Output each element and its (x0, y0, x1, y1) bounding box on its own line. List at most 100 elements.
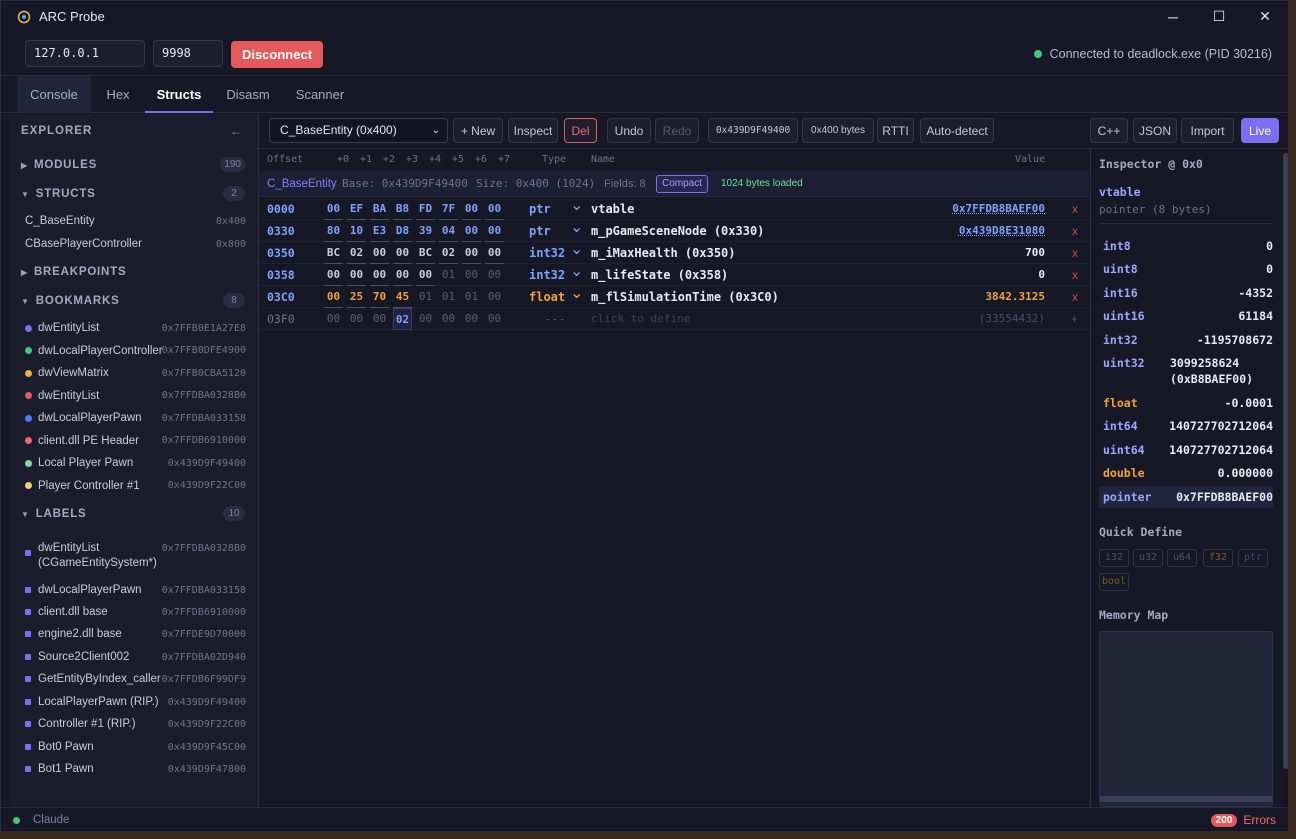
section-bookmarks[interactable]: ▼ BOOKMARKS 8 (21, 293, 245, 308)
inspector-value-row[interactable]: int16 -4352 (1099, 282, 1273, 304)
row-byte[interactable]: 00 (416, 308, 435, 330)
row-value[interactable]: 0x439D8E31080 (959, 220, 1045, 242)
quick-define-f32-button[interactable]: f32 (1203, 549, 1233, 567)
label-item[interactable]: dwEntityList (CGameEntitySystem*) 0x7FFDBA… (25, 541, 246, 575)
import-button[interactable]: Import (1181, 118, 1234, 143)
inspector-value-row[interactable]: int8 0 (1099, 235, 1273, 257)
row-byte[interactable]: 00 (370, 242, 389, 264)
table-row[interactable]: 0358 00 00 00 00 00 01 00 00 int32 ⌄ m_lifeState (0… (259, 264, 1089, 286)
type-chevron-down-icon[interactable]: ⌄ (570, 286, 583, 308)
row-field-name[interactable]: m_iMaxHealth (0x350) (591, 242, 736, 264)
row-byte[interactable]: 01 (416, 286, 435, 308)
row-field-name[interactable]: m_pGameSceneNode (0x330) (591, 220, 764, 242)
new-struct-button[interactable]: + New (453, 118, 503, 143)
row-byte[interactable]: 01 (439, 286, 458, 308)
bookmark-item[interactable]: dwEntityList 0x7FFDBA0328B0 (25, 386, 246, 406)
bookmark-item[interactable]: Local Player Pawn 0x439D9F49400 (25, 453, 246, 473)
type-chevron-down-icon[interactable]: ⌄ (570, 220, 583, 242)
row-byte[interactable]: 00 (393, 242, 412, 264)
row-byte[interactable]: 70 (370, 286, 389, 308)
collapse-sidebar-icon[interactable]: ← (230, 124, 242, 138)
inspector-value-row[interactable]: pointer 0x7FFDB8BAEF00 (1099, 486, 1273, 508)
section-breakpoints[interactable]: ▶ BREAKPOINTS (21, 266, 245, 278)
tab-console[interactable]: Console (17, 76, 91, 113)
table-row[interactable]: 0350 BC 02 00 00 BC 02 00 00 int32 ⌄ m_iMaxHealth (… (259, 242, 1089, 264)
label-item[interactable]: GetEntityByIndex_caller 0x7FFDB6F99DF9 (25, 669, 246, 689)
inspector-value-row[interactable]: int32 -1195708672 (1099, 329, 1273, 351)
rtti-button[interactable]: RTTI (877, 118, 914, 143)
row-byte[interactable]: 02 (439, 242, 458, 264)
row-byte[interactable]: 00 (462, 198, 481, 220)
row-byte[interactable]: 00 (347, 264, 366, 286)
row-field-name[interactable]: m_lifeState (0x358) (591, 264, 728, 286)
tab-disasm[interactable]: Disasm (213, 76, 283, 113)
export-cpp-button[interactable]: C++ (1090, 118, 1128, 143)
struct-item[interactable]: C_BaseEntity 0x400 (25, 211, 246, 231)
row-byte[interactable]: 01 (439, 264, 458, 286)
row-byte[interactable]: 00 (393, 264, 412, 286)
row-byte[interactable]: 00 (485, 198, 504, 220)
row-byte[interactable]: 00 (439, 308, 458, 330)
delete-field-icon[interactable]: x (1072, 264, 1078, 286)
inspector-scrollbar[interactable] (1282, 149, 1288, 807)
struct-select[interactable]: C_BaseEntity (0x400) ⌄ (269, 118, 448, 143)
table-row[interactable]: 0330 80 10 E3 D8 39 04 00 00 ptr ⌄ m_pGameSceneNode… (259, 220, 1089, 242)
row-byte[interactable]: 00 (324, 264, 343, 286)
section-modules[interactable]: ▶ MODULES 190 (21, 157, 245, 172)
label-item[interactable]: Source2Client002 0x7FFDBA02D940 (25, 647, 246, 667)
row-byte[interactable]: 00 (485, 264, 504, 286)
row-byte[interactable]: 00 (324, 286, 343, 308)
quick-define-i32-button[interactable]: i32 (1099, 549, 1129, 567)
section-structs[interactable]: ▼ STRUCTS 2 (21, 186, 245, 201)
bookmark-item[interactable]: client.dll PE Header 0x7FFDB6910000 (25, 431, 246, 451)
row-byte[interactable]: 80 (324, 220, 343, 242)
label-item[interactable]: LocalPlayerPawn (RIP.) 0x439D9F49400 (25, 692, 246, 712)
row-byte[interactable]: 00 (485, 308, 504, 330)
quick-define-bool-button[interactable]: bool (1099, 573, 1129, 591)
redo-button[interactable]: Redo (655, 118, 699, 143)
host-input[interactable]: 127.0.0.1 (25, 40, 145, 67)
type-chevron-down-icon[interactable]: ⌄ (570, 198, 583, 220)
inspector-value-row[interactable]: uint64 140727702712064 (1099, 439, 1273, 461)
row-byte[interactable]: 00 (462, 220, 481, 242)
memory-map-view[interactable] (1099, 631, 1273, 807)
row-byte[interactable]: BC (324, 242, 343, 264)
maximize-button[interactable]: ☐ (1196, 1, 1242, 32)
row-type[interactable]: --- (544, 308, 594, 330)
row-byte[interactable]: 25 (347, 286, 366, 308)
base-address-field[interactable]: 0x439D9F49400 (708, 118, 798, 143)
label-item[interactable]: engine2.dll base 0x7FFDE9D70000 (25, 624, 246, 644)
errors-indicator[interactable]: 200 Errors (1210, 813, 1276, 827)
quick-define-u32-button[interactable]: u32 (1133, 549, 1163, 567)
row-byte[interactable]: 00 (485, 220, 504, 242)
section-labels[interactable]: ▼ LABELS 10 (21, 506, 245, 521)
row-byte[interactable]: 00 (485, 286, 504, 308)
quick-define-u64-button[interactable]: u64 (1167, 549, 1197, 567)
row-field-name[interactable]: m_flSimulationTime (0x3C0) (591, 286, 779, 308)
row-byte[interactable]: 00 (416, 264, 435, 286)
undo-button[interactable]: Undo (607, 118, 651, 143)
row-byte[interactable]: B8 (393, 198, 412, 220)
row-field-name[interactable]: vtable (591, 198, 634, 220)
add-field-icon[interactable]: + (1071, 308, 1078, 330)
row-value[interactable]: 0x7FFDB8BAEF00 (952, 198, 1045, 220)
row-byte[interactable]: 00 (462, 264, 481, 286)
scrollbar-thumb[interactable] (1283, 153, 1288, 769)
delete-button[interactable]: Del (564, 118, 597, 143)
label-item[interactable]: dwLocalPlayerPawn 0x7FFDBA033158 (25, 580, 246, 600)
type-chevron-down-icon[interactable]: ⌄ (570, 264, 583, 286)
row-byte[interactable]: 39 (416, 220, 435, 242)
inspect-button[interactable]: Inspect (508, 118, 558, 143)
tab-structs[interactable]: Structs (145, 76, 213, 113)
inspector-value-row[interactable]: int64 140727702712064 (1099, 415, 1273, 437)
port-input[interactable]: 9998 (153, 40, 223, 67)
inspector-value-row[interactable]: double 0.000000 (1099, 462, 1273, 484)
live-toggle-button[interactable]: Live (1241, 118, 1279, 143)
disconnect-button[interactable]: Disconnect (231, 41, 323, 68)
inspector-value-row[interactable]: uint32 3099258624 (0xB8BAEF00) (1099, 352, 1273, 392)
row-byte[interactable]: 04 (439, 220, 458, 242)
auto-detect-button[interactable]: Auto-detect (920, 118, 994, 143)
row-byte[interactable]: 00 (485, 242, 504, 264)
delete-field-icon[interactable]: x (1072, 198, 1078, 220)
bookmark-item[interactable]: dwLocalPlayerPawn 0x7FFDBA033158 (25, 408, 246, 428)
